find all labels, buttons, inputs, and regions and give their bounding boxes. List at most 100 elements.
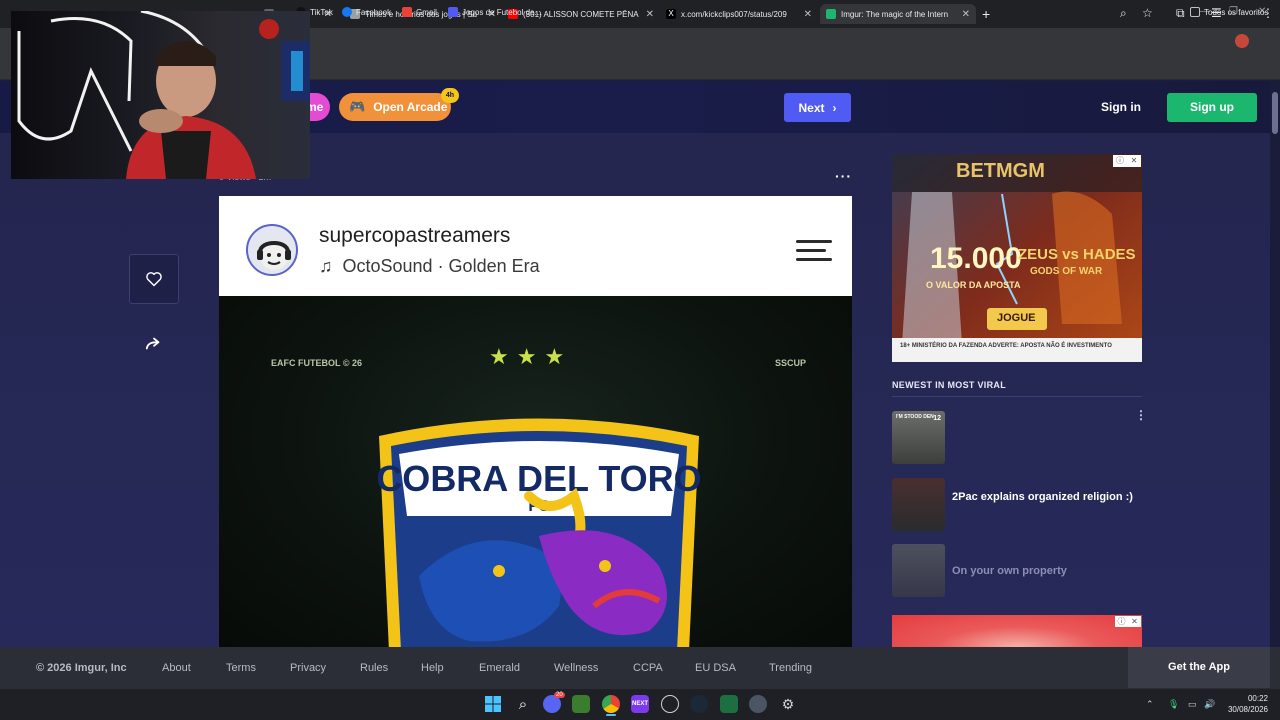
excel-icon[interactable] [720, 695, 738, 713]
post-media[interactable]: supercopastreamers ♫ OctoSound · Golden … [219, 196, 852, 647]
footer-copyright: © 2026 Imgur, Inc [36, 662, 127, 674]
all-bookmarks[interactable]: Todos os favoritos [1190, 7, 1268, 17]
music-note-icon: ♫ [319, 256, 333, 276]
footer-link-privacy[interactable]: Privacy [290, 662, 326, 674]
tab-imgur[interactable]: Imgur: The magic of the Intern ✕ [820, 4, 976, 24]
hamburger-menu-icon [796, 240, 832, 261]
bookmark-jogos[interactable]: Jogos de Futebol de... [448, 7, 541, 17]
section-divider [892, 396, 1142, 397]
gamepad-icon: 🎮 [349, 99, 366, 114]
bookmark-gmail[interactable]: Gmail [402, 7, 437, 17]
chrome-icon[interactable] [602, 695, 620, 713]
section-title: NEWEST IN MOST VIRAL [892, 380, 1006, 390]
steam-icon[interactable] [690, 695, 708, 713]
post-options-button[interactable]: ··· [835, 168, 852, 184]
discord-badge: 20 [554, 692, 565, 698]
footer-link-emerald[interactable]: Emerald [479, 662, 520, 674]
crest-stars: ★★★ [489, 344, 573, 369]
heart-icon [146, 272, 162, 287]
ad-brand: BETMGM [956, 160, 1045, 182]
ad-game-sub: GODS OF WAR [1030, 266, 1103, 277]
bookmark-star-icon[interactable]: ☆ [1142, 6, 1153, 20]
crest-title: COBRA DEL TORO [376, 458, 701, 499]
sign-in-link[interactable]: Sign in [1101, 100, 1141, 114]
folder-icon [1190, 7, 1200, 17]
viral-item-title-2[interactable]: 2Pac explains organized religion :) [952, 490, 1138, 505]
footer-link-terms[interactable]: Terms [226, 662, 256, 674]
footer-link-trending[interactable]: Trending [769, 662, 812, 674]
footer-link-rules[interactable]: Rules [360, 662, 388, 674]
settings-gear-icon[interactable]: ⚙ [779, 695, 797, 713]
tray-chevron-icon[interactable]: ⌃ [1146, 699, 1154, 710]
footer-link-about[interactable]: About [162, 662, 191, 674]
arcade-badge: 4h [441, 88, 459, 103]
network-icon[interactable]: ▭ [1188, 699, 1197, 710]
footer-link-help[interactable]: Help [421, 662, 444, 674]
search-icon[interactable]: ⌕ [514, 695, 532, 713]
profile-avatar[interactable] [1235, 34, 1249, 48]
sign-up-button[interactable]: Sign up [1167, 93, 1257, 122]
facebook-icon [342, 7, 352, 17]
ad-close-icon[interactable]: ✕ [1128, 616, 1141, 627]
club-crest-logo: COBRA DEL TORO FC [376, 418, 702, 647]
ad-cta-button: JOGUE [997, 312, 1036, 324]
close-icon[interactable]: ✕ [804, 9, 812, 20]
extensions-icon[interactable]: ⧉ [1176, 6, 1185, 21]
bookmark-facebook[interactable]: Facebook [342, 7, 391, 17]
post-username: supercopastreamers [319, 224, 511, 247]
tab-x-status[interactable]: X x.com/kickclips007/status/209 ✕ [660, 4, 818, 24]
ad-controls[interactable]: ⓘ ✕ [1113, 155, 1141, 167]
footer-link-ccpa[interactable]: CCPA [633, 662, 663, 674]
ad-info-icon[interactable]: ⓘ [1113, 155, 1127, 167]
zoom-icon[interactable]: ⌕ [1120, 6, 1127, 21]
item-count-badge: 12 [933, 415, 941, 422]
viral-item-thumb-3[interactable] [892, 544, 945, 597]
ad-close-icon[interactable]: ✕ [1127, 155, 1141, 167]
scrollbar-thumb[interactable] [1272, 92, 1278, 134]
share-button[interactable] [141, 331, 167, 357]
obs-icon[interactable] [749, 695, 767, 713]
ad-amount: 15.000 [930, 242, 1022, 275]
taskbar-clock[interactable]: 00:22 30/08/2026 [1222, 693, 1268, 715]
webcam-overlay [11, 11, 310, 179]
imgur-favicon-icon [826, 9, 836, 19]
clock-app-icon[interactable] [661, 695, 679, 713]
open-arcade-button[interactable]: 🎮 Open Arcade [339, 93, 451, 121]
ad-controls-2[interactable]: ⓘ ✕ [1115, 616, 1141, 627]
chevron-right-icon: › [832, 100, 837, 115]
next-app-icon[interactable]: NEXT [631, 695, 649, 713]
volume-icon[interactable]: 🔊 [1204, 699, 1215, 710]
minecraft-icon[interactable] [572, 695, 590, 713]
post-image: EAFC FUTEBOL © 26 SSCUP ★★★ COBRA DEL TO… [219, 296, 852, 647]
ad-game-title: ZEUS vs HADES [1018, 246, 1136, 263]
avatar [246, 224, 298, 276]
new-tab-button[interactable]: + [982, 6, 990, 22]
ad-amount-sub: O VALOR DA APOSTA [926, 280, 1021, 290]
betmgm-ad[interactable]: BETMGM 15.000 O VALOR DA APOSTA ZEUS vs … [892, 154, 1142, 362]
item-more-icon[interactable]: ⋮ [1135, 409, 1147, 421]
bottom-ad[interactable] [892, 615, 1142, 647]
clock-date: 30/08/2026 [1227, 705, 1268, 714]
ad-info-icon[interactable]: ⓘ [1115, 616, 1128, 627]
post-music: ♫ OctoSound · Golden Era [319, 256, 540, 276]
close-icon[interactable]: ✕ [646, 9, 654, 20]
microphone-icon[interactable]: 🎙 [1168, 699, 1179, 710]
footer-link-eu-dsa[interactable]: EU DSA [695, 662, 736, 674]
gmail-icon [402, 7, 412, 17]
footer-link-wellness[interactable]: Wellness [554, 662, 598, 674]
active-app-indicator [606, 714, 616, 716]
clock-time: 00:22 [1247, 694, 1268, 703]
viral-item-thumb-1[interactable]: I'M STOOD DEN 12 [892, 411, 945, 464]
embedded-post-header: supercopastreamers ♫ OctoSound · Golden … [219, 196, 852, 296]
image-caption-right: SSCUP [775, 358, 807, 368]
next-button[interactable]: Next › [784, 93, 851, 122]
image-caption-left: EAFC FUTEBOL © 26 [271, 358, 362, 368]
viral-item-thumb-2[interactable] [892, 478, 945, 531]
x-logo-icon: X [666, 9, 676, 19]
get-the-app-button[interactable]: Get the App [1128, 647, 1270, 688]
like-button[interactable] [129, 254, 179, 304]
viral-item-title-3[interactable]: On your own property [952, 564, 1138, 579]
scrollbar-track[interactable] [1270, 81, 1280, 647]
windows-start-icon[interactable] [484, 695, 502, 713]
close-icon[interactable]: ✕ [962, 9, 970, 20]
